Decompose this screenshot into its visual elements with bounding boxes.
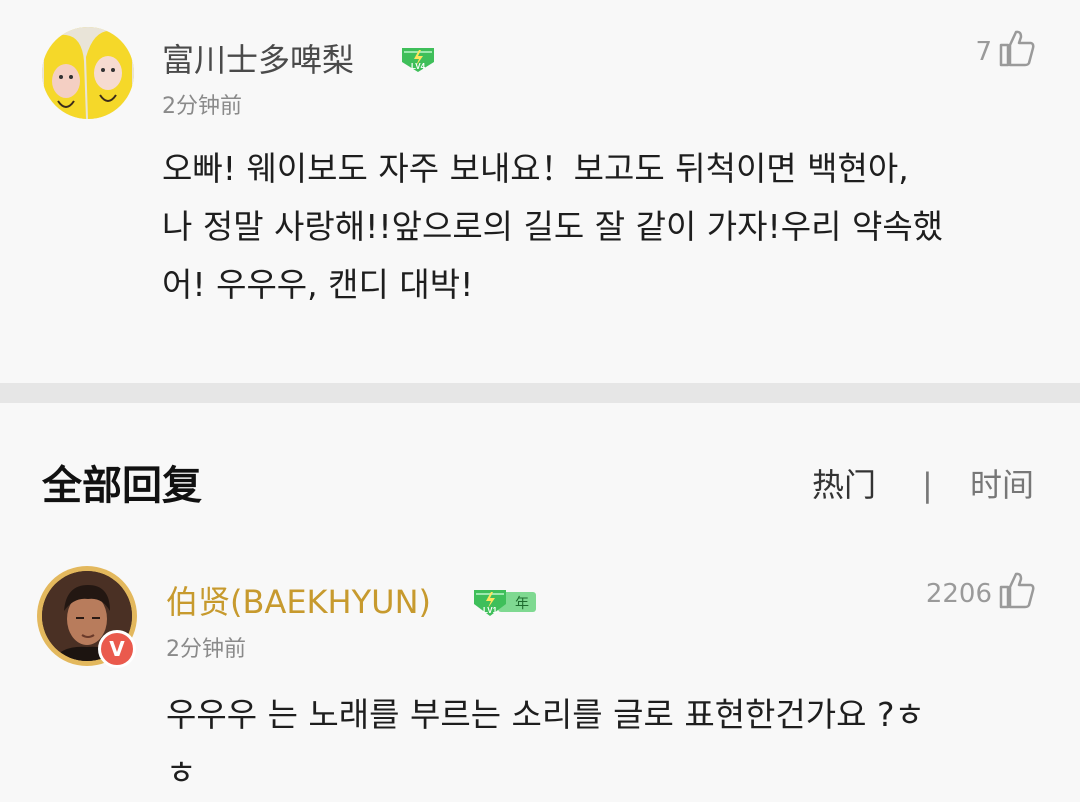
comment-line: 오빠! 웨이보도 자주 보내요！보고도 뒤척이면 백현아, <box>162 149 909 188</box>
reply-line: 우우우 는 노래를 부르는 소리를 글로 표현한건가요 ?ㅎ <box>166 695 925 734</box>
comment-time: 2分钟前 <box>162 94 242 119</box>
comment-body: 오빠! 웨이보도 자주 보내요！보고도 뒤척이면 백현아, 나 정말 사랑해!!… <box>162 140 1042 314</box>
thumbs-up-icon <box>998 28 1036 75</box>
replies-header-title: 全部回复 <box>42 463 202 509</box>
sort-hot-tab[interactable]: 热门 <box>812 465 876 505</box>
top-comment: 富川士多啤梨 LV4 2分钟前 7 오빠! 웨이보도 자주 보내요！보고도 뒤척… <box>0 0 1080 383</box>
reply-line: ㅎ <box>166 753 197 792</box>
level-badge-text: LV4 <box>411 62 426 71</box>
like-button[interactable]: 7 <box>975 28 1036 75</box>
sort-time-tab[interactable]: 时间 <box>970 465 1034 505</box>
year-badge-text: 年 <box>515 596 529 612</box>
comment-line: 나 정말 사랑해!!앞으로의 길도 잘 같이 가자!우리 약속했 <box>162 207 944 246</box>
like-count: 2206 <box>925 578 992 609</box>
section-divider <box>0 383 1080 403</box>
comment-username[interactable]: 富川士多啤梨 <box>162 40 354 80</box>
verified-v-icon: V <box>98 630 136 668</box>
like-count: 7 <box>975 36 992 67</box>
like-button[interactable]: 2206 <box>926 570 1036 617</box>
reply-username[interactable]: 伯贤(BAEKHYUN) <box>166 582 431 622</box>
thumbs-up-icon <box>998 570 1036 617</box>
reply-time: 2分钟前 <box>166 637 246 662</box>
level-badge-text: LV1 <box>483 606 498 615</box>
user-avatar[interactable] <box>42 27 134 119</box>
level-badge: LV1 年 <box>472 586 538 622</box>
level-badge: LV4 <box>398 44 438 78</box>
sort-separator: | <box>922 466 933 504</box>
comment-line: 어! 우우우, 캔디 대박! <box>162 265 474 304</box>
reply-body: 우우우 는 노래를 부르는 소리를 글로 표현한건가요 ?ㅎ ㅎ <box>166 686 1046 802</box>
